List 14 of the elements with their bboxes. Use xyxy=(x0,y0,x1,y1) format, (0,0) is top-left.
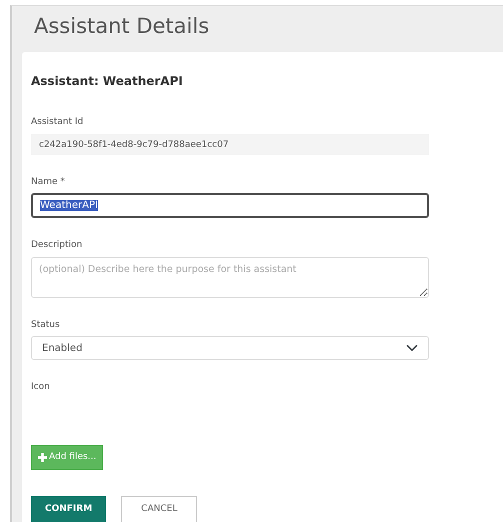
status-select[interactable]: Enabled xyxy=(31,336,429,360)
field-label: Assistant Id xyxy=(31,116,84,129)
field-label: Name * xyxy=(31,176,65,188)
name-field[interactable]: WeatherAPI xyxy=(31,193,429,218)
cancel-button[interactable]: CANCEL xyxy=(121,496,198,522)
plus-icon xyxy=(38,452,47,462)
field-label: Description xyxy=(31,239,82,252)
field-label: Status xyxy=(31,318,60,332)
field-label: Icon xyxy=(31,381,50,394)
id-field: c242a190-58f1-4ed8-9c79-d788aee1cc07 xyxy=(31,134,429,154)
confirm-button[interactable]: CONFIRM xyxy=(31,496,106,522)
page-title: Assistant Details xyxy=(33,13,210,40)
description-field[interactable]: (optional) Describe here the purpose for this assistant xyxy=(31,256,429,298)
form-heading: Assistant: WeatherAPI xyxy=(31,73,184,90)
